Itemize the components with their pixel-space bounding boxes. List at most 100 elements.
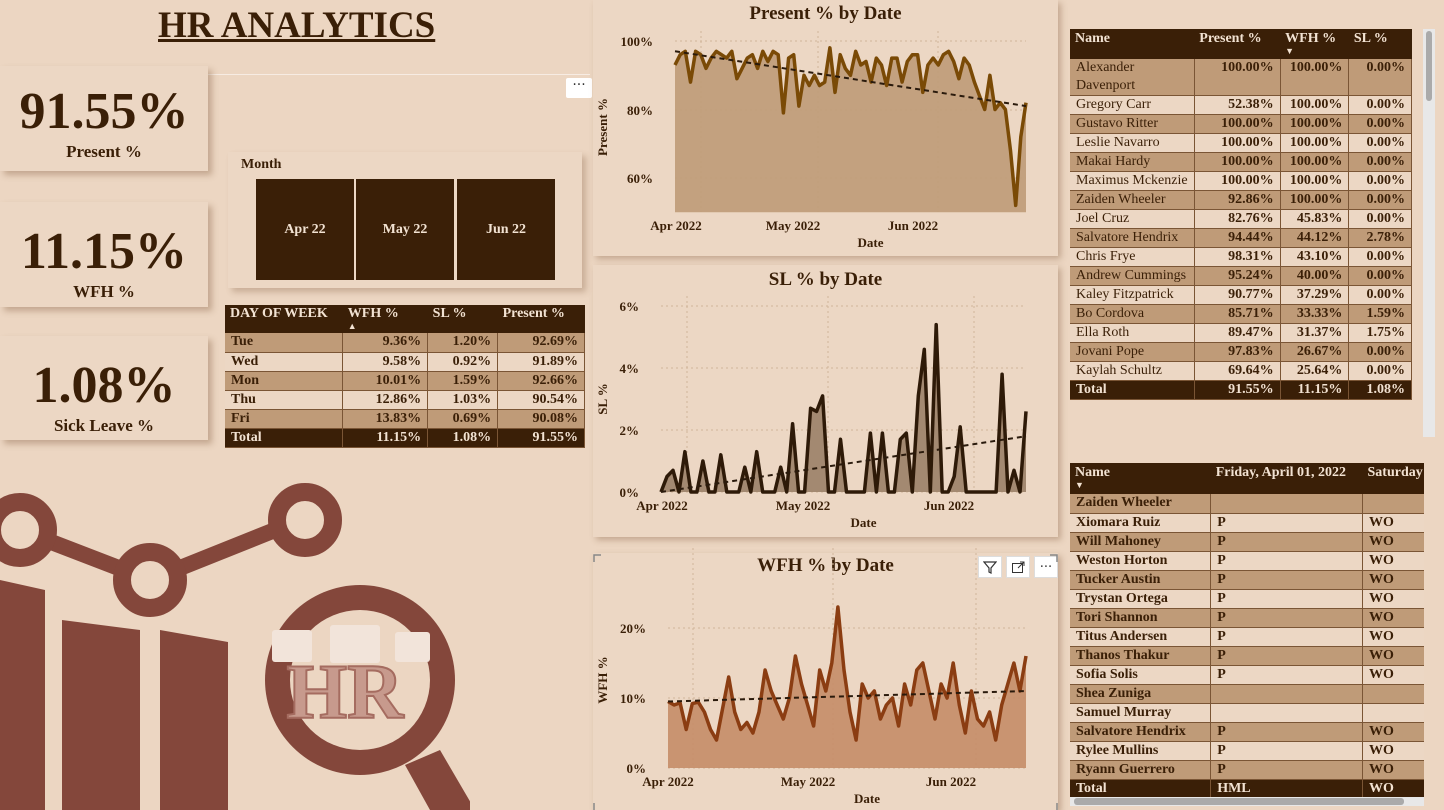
table-cell: Jovani Pope	[1070, 342, 1195, 362]
table-cell: WO	[1362, 665, 1424, 685]
table-row[interactable]: Will Mahoney P WO	[1070, 532, 1424, 552]
table-cell: 100.00%	[1280, 95, 1350, 115]
slicer-item-apr[interactable]: Apr 22	[256, 179, 354, 280]
table-row[interactable]: Tucker Austin P WO	[1070, 570, 1424, 590]
x-axis-label: Date	[854, 791, 880, 806]
x-axis-label: Date	[858, 235, 884, 250]
table-cell: P	[1210, 665, 1364, 685]
scrollbar-thumb[interactable]	[1426, 31, 1432, 101]
table-row[interactable]: Tori Shannon P WO	[1070, 608, 1424, 628]
sort-down-icon: ▼	[1075, 480, 1084, 490]
table-cell: 26.67%	[1280, 342, 1350, 362]
y-tick-label: 2%	[620, 423, 640, 438]
table-cell: WO	[1362, 589, 1424, 609]
table-row[interactable]: Gregory Carr 52.38% 100.00% 0.00%	[1070, 95, 1412, 115]
table-row[interactable]: Ella Roth 89.47% 31.37% 1.75%	[1070, 323, 1412, 343]
series-line[interactable]	[659, 322, 1028, 494]
table-row[interactable]: Xiomara Ruiz P WO	[1070, 513, 1424, 533]
table-cell: Weston Horton	[1070, 551, 1212, 571]
col-header-name[interactable]: Name	[1070, 29, 1195, 59]
table-cell: 100.00%	[1194, 133, 1281, 153]
table-row[interactable]: Shea Zuniga	[1070, 684, 1424, 704]
table-row[interactable]: Thanos Thakur P WO	[1070, 646, 1424, 666]
table-row[interactable]: Andrew Cummings 95.24% 40.00% 0.00%	[1070, 266, 1412, 286]
table-cell: Andrew Cummings	[1070, 266, 1195, 286]
table-row[interactable]: Rylee Mullins P WO	[1070, 741, 1424, 761]
table-cell: 100.00%	[1194, 114, 1281, 134]
table-cell: 69.64%	[1194, 361, 1281, 381]
table-cell: 40.00%	[1280, 266, 1350, 286]
table-row[interactable]: Bo Cordova 85.71% 33.33% 1.59%	[1070, 304, 1412, 324]
table-cell: 82.76%	[1194, 209, 1281, 229]
table-cell: Tucker Austin	[1070, 570, 1212, 590]
kpi-sick-leave-label: Sick Leave %	[53, 416, 155, 435]
table-row[interactable]: Kaylah Schultz 69.64% 25.64% 0.00%	[1070, 361, 1412, 381]
col-header-wfh[interactable]: WFH % ▼	[1280, 29, 1349, 59]
col-header-present[interactable]: Present %	[1194, 29, 1281, 59]
table-cell: Kaylah Schultz	[1070, 361, 1195, 381]
table-cell: 0.00%	[1348, 361, 1412, 381]
table-row[interactable]: Zaiden Wheeler	[1070, 494, 1424, 514]
col-header-day[interactable]: DAY OF WEEK	[225, 305, 343, 333]
col-header-date-2[interactable]: Saturday	[1362, 463, 1424, 494]
table-cell: 0.00%	[1348, 152, 1412, 172]
table-row[interactable]: Samuel Murray	[1070, 703, 1424, 723]
table-cell: 52.38%	[1194, 95, 1281, 115]
x-tick-label: May 2022	[776, 498, 831, 513]
table-row[interactable]: Makai Hardy 100.00% 100.00% 0.00%	[1070, 152, 1412, 172]
table-row[interactable]: Trystan Ortega P WO	[1070, 589, 1424, 609]
col-header-sl[interactable]: SL %	[427, 305, 498, 333]
table-row[interactable]: Jovani Pope 97.83% 26.67% 0.00%	[1070, 342, 1412, 362]
table-cell: 37.29%	[1280, 285, 1350, 305]
table-cell: 31.37%	[1280, 323, 1350, 343]
table-cell: 100.00%	[1280, 133, 1350, 153]
table-row[interactable]: Thu 12.86% 1.03% 90.54%	[225, 390, 585, 410]
table-row[interactable]: Tue 9.36% 1.20% 92.69%	[225, 333, 585, 353]
employee-table-scrollbar[interactable]	[1423, 29, 1435, 437]
more-options-icon[interactable]: ···	[566, 78, 592, 98]
table-row[interactable]: Ryann Guerrero P WO	[1070, 760, 1424, 780]
table-row[interactable]: Mon 10.01% 1.59% 92.66%	[225, 371, 585, 391]
table-row[interactable]: Maximus Mckenzie 100.00% 100.00% 0.00%	[1070, 171, 1412, 191]
table-cell: 0.00%	[1348, 342, 1412, 362]
table-row[interactable]: Leslie Navarro 100.00% 100.00% 0.00%	[1070, 133, 1412, 153]
col-header-wfh[interactable]: WFH % ▲	[342, 305, 428, 333]
table-cell: WO	[1362, 722, 1424, 742]
table-cell: 98.31%	[1194, 247, 1281, 267]
table-row[interactable]: Chris Frye 98.31% 43.10% 0.00%	[1070, 247, 1412, 267]
table-row[interactable]: Kaley Fitzpatrick 90.77% 37.29% 0.00%	[1070, 285, 1412, 305]
table-cell	[1210, 703, 1364, 723]
hr-logo-illustration: HR	[0, 483, 470, 810]
slicer-item-jun[interactable]: Jun 22	[457, 179, 555, 280]
table-row[interactable]: Salvatore Hendrix P WO	[1070, 722, 1424, 742]
slicer-header: Month	[241, 157, 282, 172]
table-cell: 43.10%	[1280, 247, 1350, 267]
table-cell: Rylee Mullins	[1070, 741, 1212, 761]
line-charts: 100% 80% 60% Apr 2022 May 2022 Jun 2022 Date Pr…	[593, 31, 1058, 810]
table-row[interactable]: Alexander Davenport 100.00% 100.00% 0.00%	[1070, 59, 1412, 96]
col-header-present[interactable]: Present %	[497, 305, 585, 333]
scrollbar-thumb[interactable]	[1074, 798, 1404, 805]
table-row[interactable]: Wed 9.58% 0.92% 91.89%	[225, 352, 585, 372]
attendance-h-scrollbar[interactable]	[1070, 797, 1424, 806]
table-row[interactable]: Zaiden Wheeler 92.86% 100.00% 0.00%	[1070, 190, 1412, 210]
table-row[interactable]: Joel Cruz 82.76% 45.83% 0.00%	[1070, 209, 1412, 229]
table-row[interactable]: Fri 13.83% 0.69% 90.08%	[225, 409, 585, 429]
selection-frame	[593, 554, 1058, 810]
table-row[interactable]: Gustavo Ritter 100.00% 100.00% 0.00%	[1070, 114, 1412, 134]
slicer-item-may[interactable]: May 22	[356, 179, 454, 280]
table-row[interactable]: Salvatore Hendrix 94.44% 44.12% 2.78%	[1070, 228, 1412, 248]
table-cell: 33.33%	[1280, 304, 1350, 324]
table-cell: Shea Zuniga	[1070, 684, 1212, 704]
col-header-sl[interactable]: SL %	[1348, 29, 1412, 59]
table-cell: Alexander Davenport	[1070, 59, 1195, 96]
table-row[interactable]: Weston Horton P WO	[1070, 551, 1424, 571]
table-row[interactable]: Sofia Solis P WO	[1070, 665, 1424, 685]
y-axis-label: SL %	[595, 383, 610, 414]
col-header-name[interactable]: Name ▼	[1070, 463, 1211, 494]
table-cell	[1362, 703, 1424, 723]
col-header-date-1[interactable]: Friday, April 01, 2022	[1210, 463, 1363, 494]
table-cell: 100.00%	[1280, 114, 1350, 134]
table-row[interactable]: Titus Andersen P WO	[1070, 627, 1424, 647]
employee-table: Name Present % WFH % ▼ SL % Alexander Dav…	[1070, 29, 1412, 400]
